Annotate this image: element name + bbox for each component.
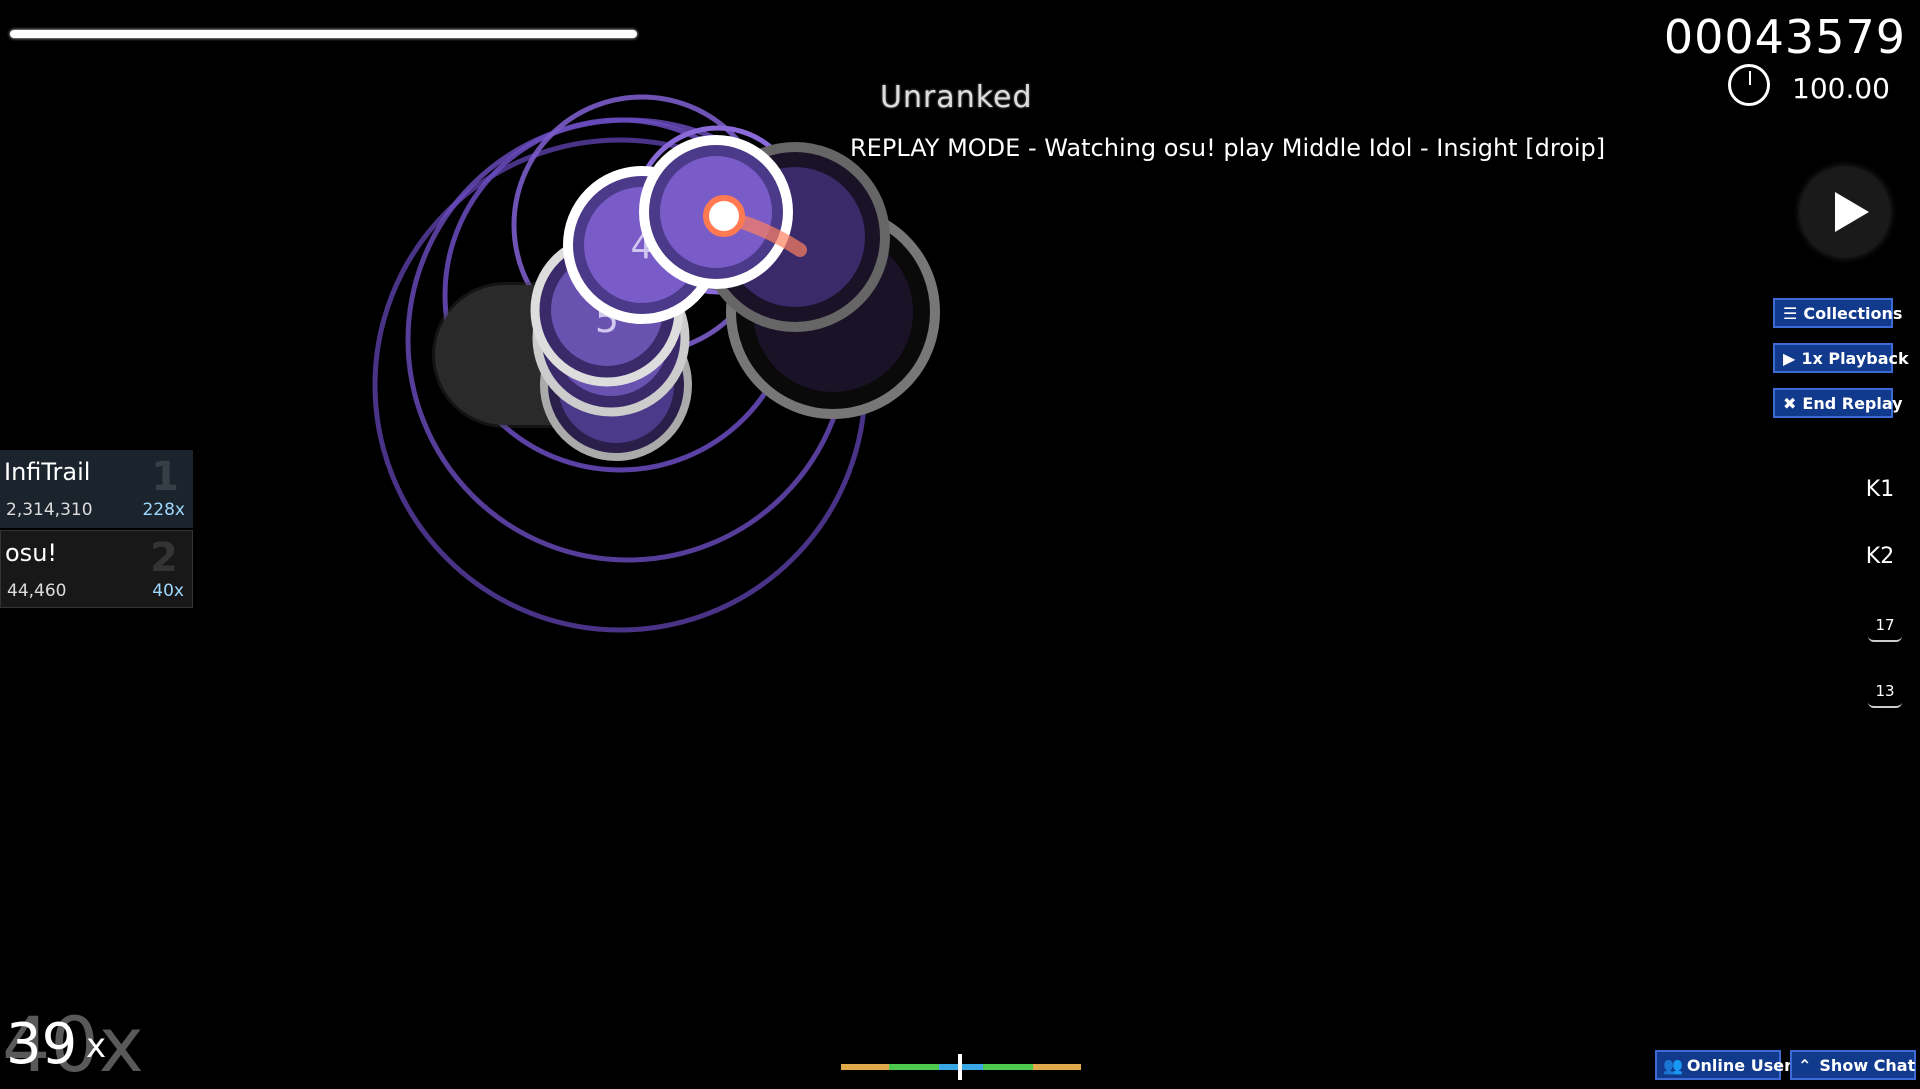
score-counter: 00043579 [1663,10,1906,64]
replay-mode-text: REPLAY MODE - Watching osu! play Middle … [850,134,1606,162]
key-k2: K2 [1865,544,1895,569]
scoreboard-name: InfiTrail [4,458,91,486]
playback-label: 1x Playback [1801,348,1909,368]
scoreboard-score: 2,314,310 [6,500,93,520]
key-k2-count: 13 [1868,682,1902,708]
scoreboard-entry: 1 InfiTrail 2,314,310 228x [0,450,193,528]
online-users-label: Online Users [1686,1055,1802,1075]
collections-button[interactable]: ☰ Collections [1773,298,1902,328]
key-k1: K1 [1865,477,1895,502]
hit-error-100-zone [983,1064,1033,1070]
play-small-icon: ▶ [1783,348,1796,368]
list-icon: ☰ [1783,303,1798,323]
combo-counter: 39 [6,1012,78,1077]
combo-suffix: x [86,1026,107,1066]
show-chat-label: Show Chat [1819,1055,1916,1075]
unranked-label: Unranked [880,80,1033,115]
playback-speed-button[interactable]: ▶ 1x Playback [1773,343,1909,373]
scoreboard-rank: 1 [151,454,179,500]
scoreboard-combo: 228x [142,500,185,520]
online-users-button[interactable]: 👥 Online Users [1655,1050,1801,1080]
scoreboard-score: 44,460 [7,581,67,601]
playfield: 6 5 4 [372,94,940,633]
collections-label: Collections [1803,303,1903,323]
hit-error-50-zone [1033,1064,1081,1070]
accuracy-display: 100.00 [1792,72,1890,105]
hit-error-100-zone [889,1064,939,1070]
scoreboard-name: osu! [5,539,58,567]
users-icon: 👥 [1663,1055,1683,1075]
scoreboard-entry-current: 2 osu! 44,460 40x [0,530,193,608]
chevron-up-icon: ⌃ [1798,1055,1812,1075]
key-k1-count: 17 [1868,616,1902,642]
cursor [703,195,745,237]
progress-clock-icon [1728,64,1770,106]
scoreboard-combo: 40x [152,581,184,601]
hit-error-50-zone [841,1064,889,1070]
show-chat-button[interactable]: ⌃ Show Chat [1790,1050,1916,1080]
hit-error-marker [958,1054,962,1080]
play-icon [1835,192,1869,232]
end-replay-button[interactable]: ✖ End Replay [1773,388,1903,418]
play-button[interactable] [1800,167,1890,257]
scoreboard-rank: 2 [150,535,178,581]
close-icon: ✖ [1783,393,1797,413]
end-replay-label: End Replay [1802,393,1903,413]
